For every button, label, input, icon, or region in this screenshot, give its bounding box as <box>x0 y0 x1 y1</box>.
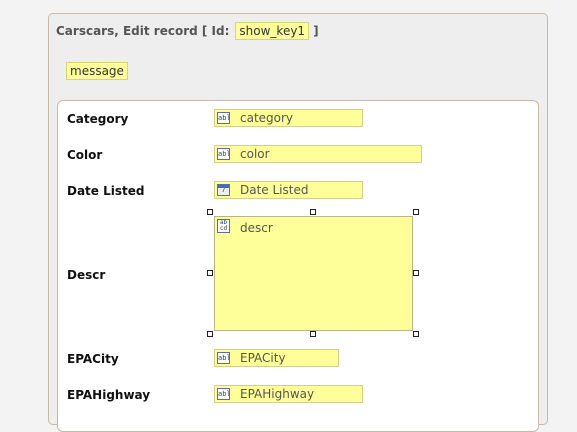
date-listed-value: Date Listed <box>240 183 309 197</box>
epahighway-label: EPAHighway <box>67 388 151 402</box>
textarea-icon: ab cd <box>217 219 230 233</box>
descr-value: descr <box>240 221 273 235</box>
resize-handle-top[interactable] <box>310 209 316 215</box>
epahighway-value: EPAHighway <box>240 387 315 401</box>
text-field-icon: abl <box>217 148 230 160</box>
calendar-icon: 7 <box>217 184 230 196</box>
category-value: category <box>240 111 294 125</box>
resize-handle-bottom[interactable] <box>310 331 316 337</box>
message-field[interactable]: message <box>66 62 128 80</box>
epacity-label: EPACity <box>67 352 119 366</box>
panel-title-text: Carscars, Edit record [ Id: <box>56 24 230 38</box>
epacity-input[interactable]: abl EPACity <box>214 349 339 367</box>
resize-handle-bottom-right[interactable] <box>413 331 419 337</box>
resize-handle-bottom-left[interactable] <box>207 331 213 337</box>
resize-handle-top-right[interactable] <box>413 209 419 215</box>
resize-handle-top-left[interactable] <box>207 209 213 215</box>
date-listed-input[interactable]: 7 Date Listed <box>214 181 363 199</box>
resize-handle-right[interactable] <box>413 270 419 276</box>
panel-title: Carscars, Edit record [ Id: show_key1 ] <box>56 22 319 40</box>
epacity-value: EPACity <box>240 351 286 365</box>
epahighway-input[interactable]: abl EPAHighway <box>214 385 363 403</box>
text-field-icon: abl <box>217 388 230 400</box>
category-label: Category <box>67 112 129 126</box>
descr-label: Descr <box>67 268 106 282</box>
text-field-icon: abl <box>217 112 230 124</box>
text-field-icon: abl <box>217 352 230 364</box>
color-value: color <box>240 147 270 161</box>
color-label: Color <box>67 148 103 162</box>
show-key-field[interactable]: show_key1 <box>235 22 310 40</box>
date-listed-label: Date Listed <box>67 184 145 198</box>
descr-textarea[interactable]: ab cd descr <box>214 216 413 331</box>
panel-title-close-bracket: ] <box>313 24 319 38</box>
resize-handle-left[interactable] <box>207 270 213 276</box>
color-input[interactable]: abl color <box>214 145 422 163</box>
category-input[interactable]: abl category <box>214 109 363 127</box>
